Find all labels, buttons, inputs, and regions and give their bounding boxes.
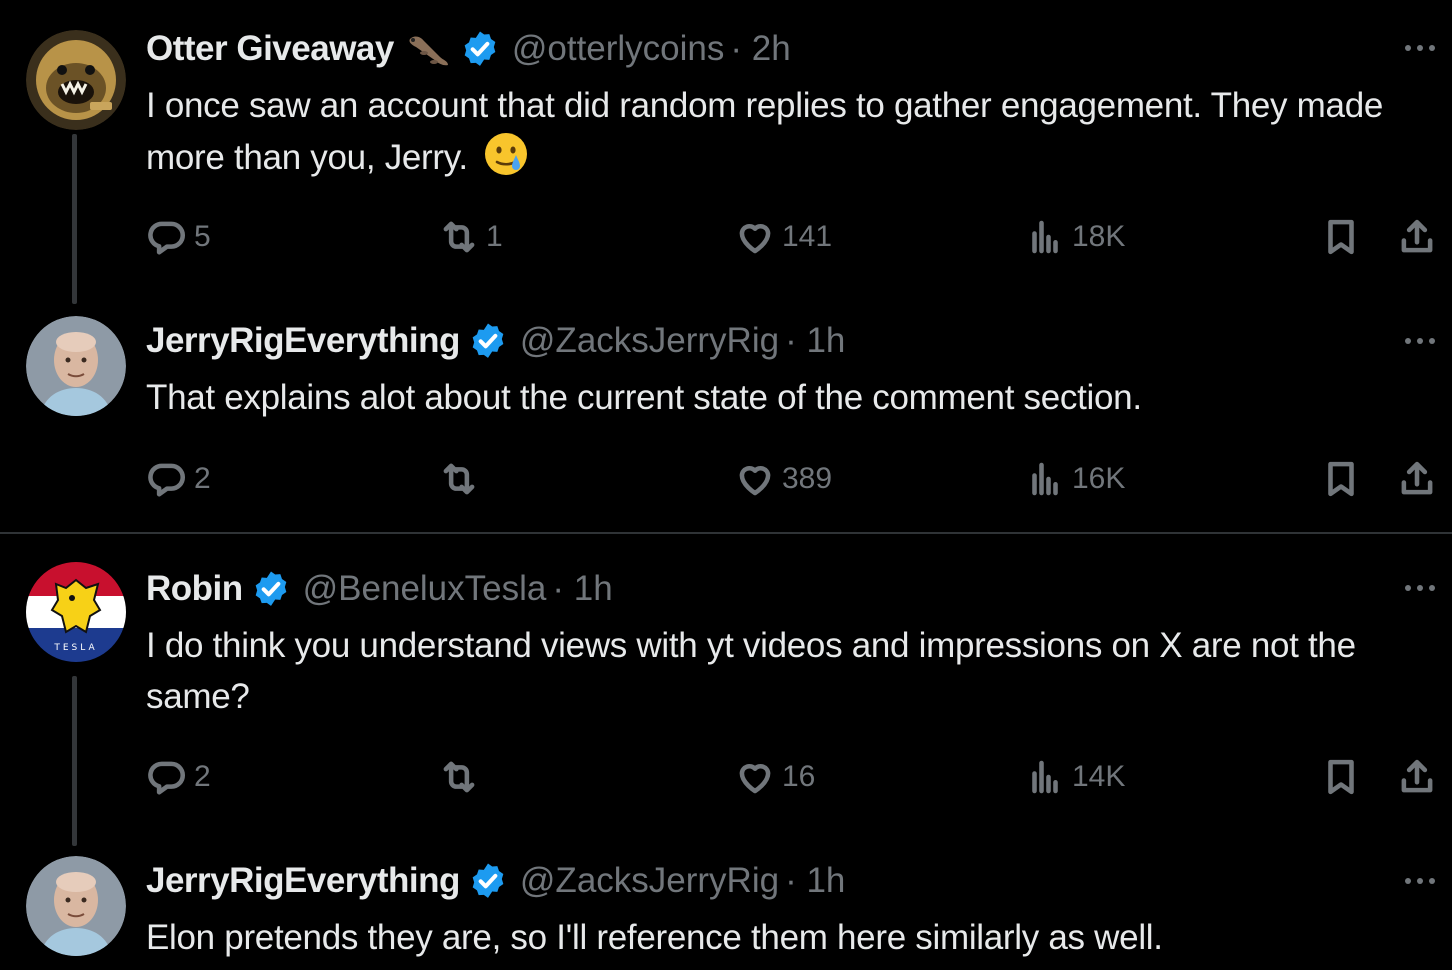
like-count: 16: [782, 760, 816, 793]
reply-button[interactable]: 2: [146, 752, 211, 802]
reply-icon: [146, 216, 188, 258]
repost-icon: [438, 458, 480, 500]
otter-emoji-icon: [409, 36, 448, 66]
like-count: 389: [782, 462, 833, 495]
tweet-otter[interactable]: Otter Giveaway @otterlycoins · 2h I once…: [0, 0, 1452, 310]
avatar-logo-text: TESLA: [53, 643, 97, 653]
reply-icon: [146, 756, 188, 798]
more-options-icon[interactable]: [1402, 335, 1438, 347]
view-count: 14K: [1072, 760, 1126, 793]
avatar[interactable]: [26, 30, 126, 130]
share-icon: [1396, 458, 1438, 500]
tweet-actions: 2 389 16K: [146, 454, 1446, 504]
bookmark-button[interactable]: [1320, 752, 1362, 802]
share-button[interactable]: [1396, 212, 1438, 262]
timestamp[interactable]: · 1h: [785, 321, 845, 361]
display-name[interactable]: JerryRigEverything: [146, 861, 460, 901]
heart-icon: [734, 458, 776, 500]
tweet-text: That explains alot about the current sta…: [146, 378, 1142, 417]
views-button[interactable]: 14K: [1024, 752, 1125, 802]
like-count: 141: [782, 220, 833, 253]
tweet-text: I once saw an account that did random re…: [146, 80, 1428, 183]
repost-icon: [438, 216, 480, 258]
tweet-text-body: I once saw an account that did random re…: [146, 86, 1384, 177]
repost-button[interactable]: [438, 454, 486, 504]
repost-count: 1: [486, 220, 503, 253]
display-name[interactable]: Otter Giveaway: [146, 29, 394, 69]
bookmark-button[interactable]: [1320, 212, 1362, 262]
sad-smile-tear-icon: [485, 133, 528, 175]
tweet-jerry-2[interactable]: JerryRigEverything @ZacksJerryRig · 1h E…: [0, 850, 1452, 970]
views-button[interactable]: 18K: [1024, 212, 1125, 262]
thread-line: [72, 134, 77, 304]
user-handle[interactable]: @BeneluxTesla: [303, 569, 547, 609]
tweet-robin[interactable]: TESLA Robin @BeneluxTesla · 1h I do thin…: [0, 534, 1452, 850]
tweet-text: Elon pretends they are, so I'll referenc…: [146, 918, 1163, 957]
share-icon: [1396, 756, 1438, 798]
more-options-icon[interactable]: [1402, 875, 1438, 887]
tweet-actions: 5 1 141 18K: [146, 212, 1446, 262]
more-options-icon[interactable]: [1402, 42, 1438, 54]
tweet-jerry-1[interactable]: JerryRigEverything @ZacksJerryRig · 1h T…: [0, 310, 1452, 532]
avatar[interactable]: TESLA: [26, 562, 126, 662]
timestamp[interactable]: · 1h: [552, 569, 612, 609]
reply-count: 2: [194, 462, 211, 495]
benelux-lion-avatar-icon: TESLA: [26, 562, 126, 662]
display-name[interactable]: Robin: [146, 569, 243, 609]
tweet-header: Robin @BeneluxTesla · 1h: [146, 564, 613, 614]
avatar[interactable]: [26, 856, 126, 956]
views-chart-icon: [1024, 216, 1066, 258]
tweet-actions: 2 16 14K: [146, 752, 1446, 802]
user-handle[interactable]: @otterlycoins: [512, 29, 725, 69]
tweet-text: I do think you understand views with yt …: [146, 626, 1356, 716]
verified-badge-icon: [251, 569, 291, 609]
bookmark-icon: [1320, 756, 1362, 798]
tweet-header: JerryRigEverything @ZacksJerryRig · 1h: [146, 856, 845, 906]
thread-line: [72, 676, 77, 846]
bookmark-icon: [1320, 216, 1362, 258]
repost-button[interactable]: [438, 752, 486, 802]
views-chart-icon: [1024, 756, 1066, 798]
verified-badge-icon: [468, 861, 508, 901]
verified-badge-icon: [460, 29, 500, 69]
share-button[interactable]: [1396, 752, 1438, 802]
bookmark-icon: [1320, 458, 1362, 500]
heart-icon: [734, 756, 776, 798]
reply-count: 5: [194, 220, 211, 253]
avatar[interactable]: [26, 316, 126, 416]
otter-avatar-icon: [26, 30, 126, 130]
reply-icon: [146, 458, 188, 500]
more-options-icon[interactable]: [1402, 582, 1438, 594]
share-button[interactable]: [1396, 454, 1438, 504]
tweet-header: JerryRigEverything @ZacksJerryRig · 1h: [146, 316, 845, 366]
bookmark-button[interactable]: [1320, 454, 1362, 504]
repost-icon: [438, 756, 480, 798]
share-icon: [1396, 216, 1438, 258]
reply-count: 2: [194, 760, 211, 793]
user-handle[interactable]: @ZacksJerryRig: [520, 861, 779, 901]
view-count: 16K: [1072, 462, 1126, 495]
reply-button[interactable]: 2: [146, 454, 211, 504]
jerry-avatar-icon: [26, 856, 126, 956]
verified-badge-icon: [468, 321, 508, 361]
like-button[interactable]: 16: [734, 752, 815, 802]
like-button[interactable]: 141: [734, 212, 832, 262]
views-button[interactable]: 16K: [1024, 454, 1125, 504]
tweet-header: Otter Giveaway @otterlycoins · 2h: [146, 24, 791, 74]
like-button[interactable]: 389: [734, 454, 832, 504]
reply-button[interactable]: 5: [146, 212, 211, 262]
view-count: 18K: [1072, 220, 1126, 253]
user-handle[interactable]: @ZacksJerryRig: [520, 321, 779, 361]
jerry-avatar-icon: [26, 316, 126, 416]
timestamp[interactable]: · 1h: [785, 861, 845, 901]
timestamp[interactable]: · 2h: [730, 29, 790, 69]
display-name[interactable]: JerryRigEverything: [146, 321, 460, 361]
views-chart-icon: [1024, 458, 1066, 500]
repost-button[interactable]: 1: [438, 212, 503, 262]
heart-icon: [734, 216, 776, 258]
